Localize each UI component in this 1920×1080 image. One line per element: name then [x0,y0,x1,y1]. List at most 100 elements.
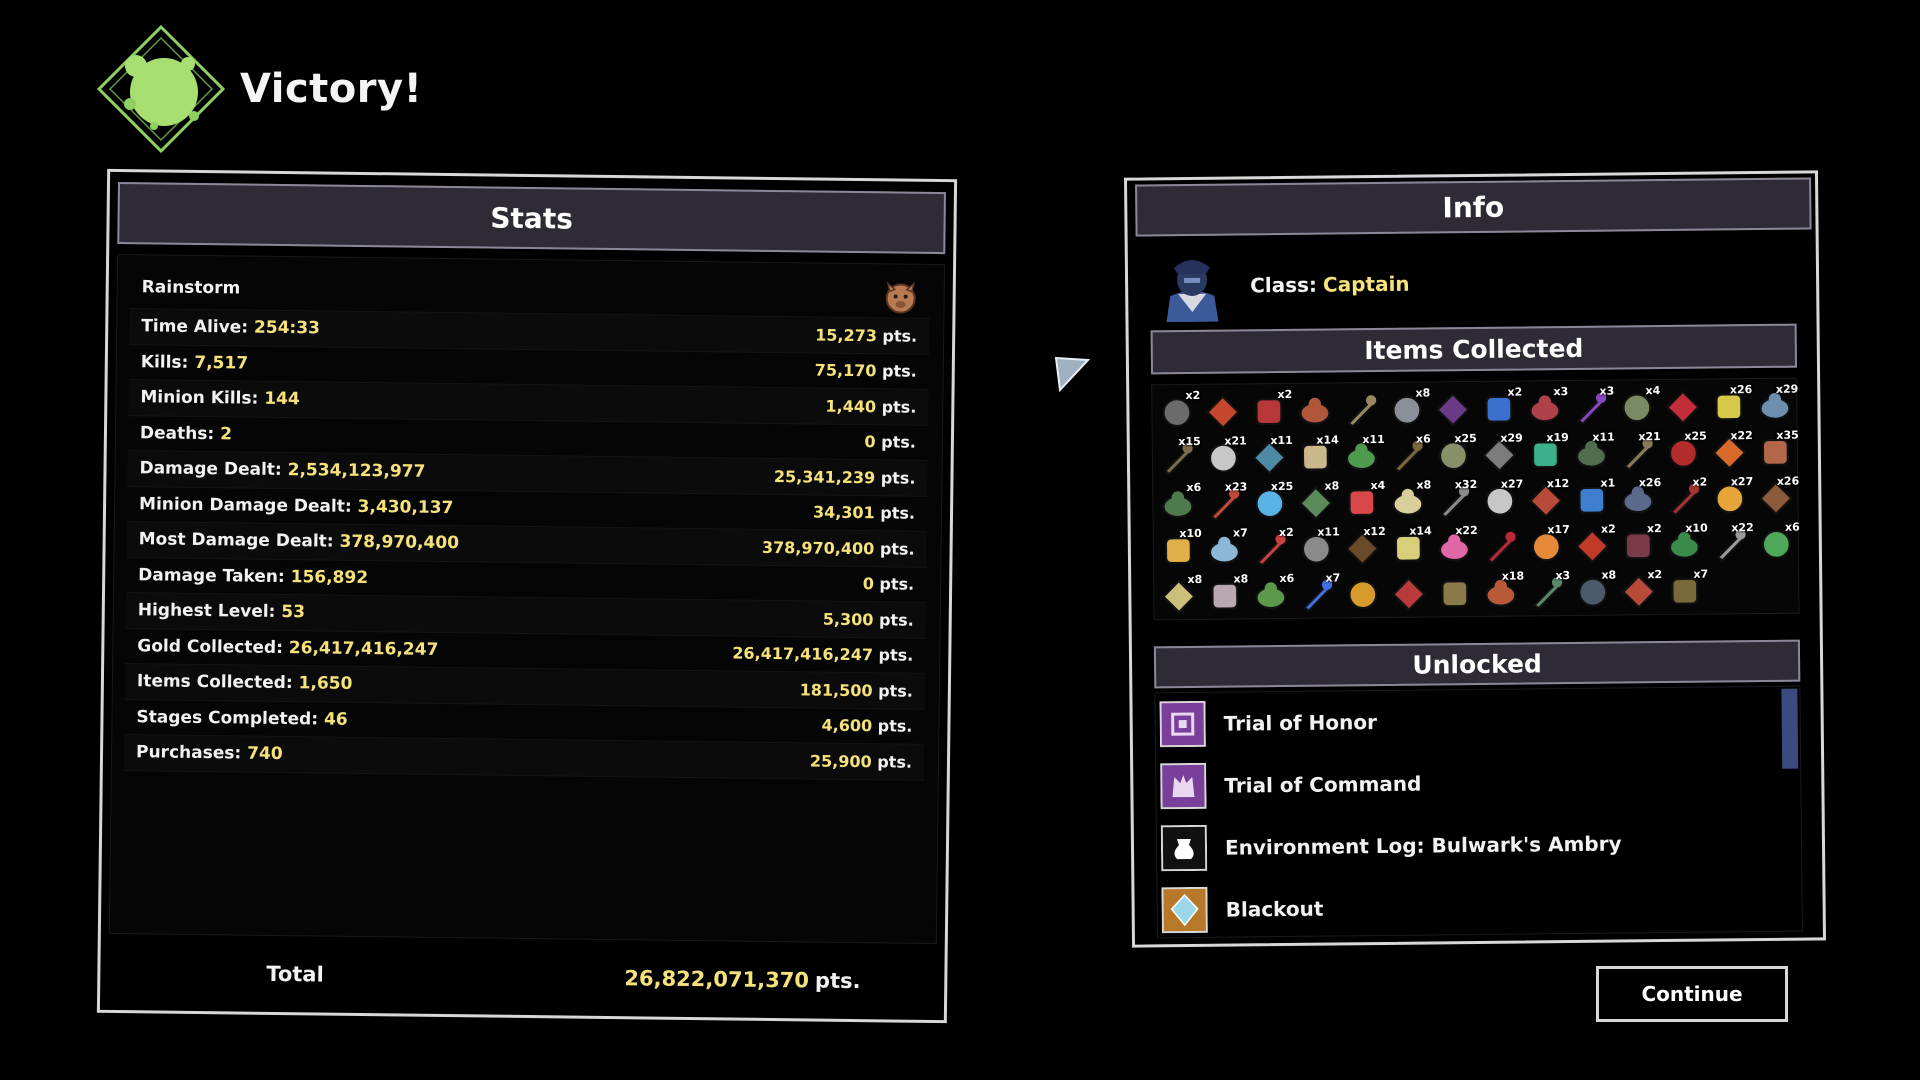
claw-item-icon [1299,397,1331,425]
item-slot[interactable]: x11 [1339,433,1385,479]
item-slot[interactable]: x25 [1661,430,1707,476]
item-slot[interactable]: x8 [1156,573,1202,619]
victory-title: Victory! [240,66,423,112]
item-slot[interactable] [1338,387,1384,433]
stat-label-group: Damage Taken: 156,892 [138,565,368,588]
item-slot[interactable]: x4 [1339,479,1385,525]
unlock-item[interactable]: Environment Log: Bulwark's Ambry [1157,811,1802,880]
item-slot[interactable]: x7 [1294,571,1340,617]
item-slot[interactable]: x7 [1202,526,1248,572]
stat-points-unit: pts. [878,610,914,630]
unlock-scrollbar[interactable] [1781,688,1799,769]
item-count: x8 [1233,572,1249,586]
item-slot[interactable]: x17 [1524,523,1570,569]
item-slot[interactable]: x8 [1570,569,1616,615]
item-slot[interactable]: x27 [1477,477,1523,523]
item-slot[interactable] [1432,570,1478,616]
item-slot[interactable]: x22 [1708,521,1754,567]
item-slot[interactable]: x25 [1247,480,1293,526]
stat-points-value: 75,170 [814,360,877,381]
item-slot[interactable]: x3 [1524,569,1570,615]
item-slot[interactable]: x22 [1707,429,1753,475]
stat-points-value: 0 [862,574,875,594]
item-slot[interactable]: x23 [1201,480,1247,526]
item-count: x26 [1776,474,1800,488]
item-slot[interactable]: x2 [1616,568,1662,614]
item-slot[interactable]: x22 [1432,524,1478,570]
info-title: Info [1135,177,1812,237]
item-slot[interactable]: x6 [1155,481,1201,527]
item-slot[interactable]: x11 [1247,434,1293,480]
item-slot[interactable]: x12 [1340,525,1386,571]
items-collected-title: Items Collected [1150,323,1798,375]
item-count: x22 [1455,523,1478,538]
item-slot[interactable]: x25 [1431,432,1477,478]
stat-points: 34,301 pts. [813,503,915,523]
item-slot[interactable]: x11 [1294,525,1340,571]
stat-label: Highest Level: [137,600,276,623]
item-count: x8 [1415,386,1431,400]
cube-item-icon [1348,580,1378,610]
item-slot[interactable] [1340,571,1386,617]
item-slot[interactable] [1200,388,1246,434]
item-slot[interactable]: x8 [1384,386,1430,432]
item-slot[interactable]: x4 [1614,384,1660,430]
continue-button[interactable]: Continue [1596,966,1788,1022]
page-arrow-icon[interactable] [1054,356,1090,392]
item-slot[interactable]: x29 [1752,383,1798,429]
item-slot[interactable]: x2 [1570,523,1616,569]
stat-label-group: Kills: 7,517 [141,352,249,373]
item-slot[interactable]: x27 [1707,475,1753,521]
stat-label: Damage Dealt: [139,458,282,481]
item-slot[interactable] [1478,523,1524,569]
item-slot[interactable]: x21 [1615,430,1661,476]
item-slot[interactable]: x10 [1662,522,1708,568]
item-slot[interactable] [1660,384,1706,430]
item-slot[interactable]: x2 [1248,526,1294,572]
item-slot[interactable]: x6 [1385,432,1431,478]
item-slot[interactable]: x26 [1706,383,1752,429]
item-slot[interactable]: x8 [1293,479,1339,525]
item-slot[interactable]: x8 [1202,572,1248,618]
item-slot[interactable]: x21 [1201,434,1247,480]
stat-points-unit: pts. [881,361,917,381]
unlock-item[interactable]: Trial of Honor [1155,687,1800,756]
item-slot[interactable]: x32 [1431,478,1477,524]
item-slot[interactable]: x14 [1386,524,1432,570]
item-slot[interactable]: x26 [1615,476,1661,522]
unlock-item[interactable]: Blackout [1157,873,1802,942]
item-slot[interactable]: x2 [1476,385,1522,431]
item-slot[interactable] [1386,570,1432,616]
stats-title: Stats [117,181,946,255]
item-slot[interactable]: x2 [1661,476,1707,522]
item-slot[interactable]: x2 [1154,389,1200,435]
chalice-item-icon [1391,577,1426,612]
unlock-item[interactable]: Trial of Command [1156,749,1801,818]
item-slot[interactable]: x1 [1569,477,1615,523]
item-slot[interactable] [1430,386,1476,432]
item-slot[interactable]: x6 [1248,572,1294,618]
item-slot[interactable]: x2 [1616,522,1662,568]
stat-points-unit: pts. [881,432,917,452]
item-slot[interactable]: x14 [1293,433,1339,479]
item-slot[interactable]: x10 [1156,527,1202,573]
item-slot[interactable]: x19 [1523,431,1569,477]
item-slot[interactable]: x8 [1385,478,1431,524]
item-count: x7 [1693,567,1709,581]
item-slot[interactable]: x2 [1246,388,1292,434]
item-count: x29 [1500,431,1523,445]
item-slot[interactable]: x29 [1477,431,1523,477]
item-slot[interactable]: x7 [1662,568,1708,614]
stat-points: 378,970,400 pts. [762,538,915,559]
item-slot[interactable]: x12 [1523,477,1569,523]
item-slot[interactable]: x3 [1568,385,1614,431]
item-slot[interactable]: x18 [1478,569,1524,615]
item-slot[interactable] [1292,387,1338,433]
item-slot[interactable]: x3 [1522,385,1568,431]
item-slot[interactable]: x6 [1754,521,1800,567]
item-slot[interactable]: x35 [1753,429,1799,475]
item-slot[interactable]: x11 [1569,431,1615,477]
item-slot[interactable]: x15 [1155,435,1201,481]
class-label: Class: [1249,272,1318,298]
item-slot[interactable]: x26 [1753,475,1799,521]
